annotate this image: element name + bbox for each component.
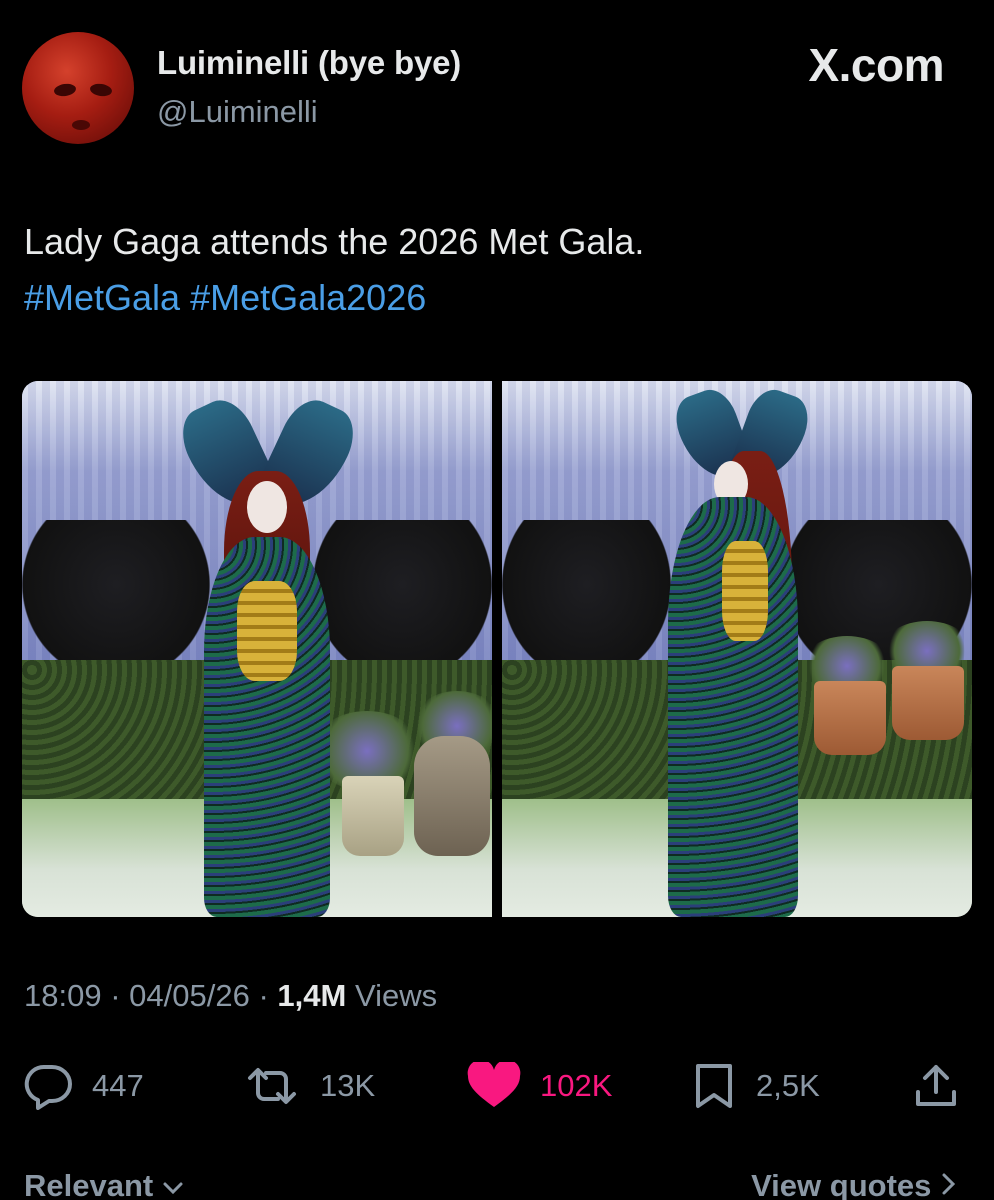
hashtag-link[interactable]: #MetGala: [24, 277, 180, 318]
share-icon: [912, 1062, 960, 1110]
view-quotes-label: View quotes: [751, 1168, 932, 1200]
sort-selector[interactable]: Relevant: [24, 1168, 184, 1200]
views-count: 1,4M: [277, 978, 347, 1013]
avatar[interactable]: [22, 32, 134, 144]
hashtag-link[interactable]: #MetGala2026: [190, 277, 426, 318]
tweet-time[interactable]: 18:09: [24, 978, 102, 1013]
heart-icon: [466, 1062, 522, 1110]
share-button[interactable]: [912, 1058, 960, 1114]
like-count: 102K: [540, 1068, 613, 1103]
user-handle[interactable]: @Luiminelli: [157, 94, 318, 130]
repost-button[interactable]: 13K: [242, 1058, 375, 1114]
model-figure: [172, 381, 364, 917]
hashtag-row: #MetGala #MetGala2026: [24, 270, 964, 326]
reply-button[interactable]: 447: [22, 1058, 144, 1114]
brand-text: X.com: [808, 39, 944, 91]
gold-corset: [237, 581, 297, 681]
planter: [892, 666, 964, 740]
tweet-text: Lady Gaga attends the 2026 Met Gala.: [24, 221, 645, 262]
reply-icon: [22, 1062, 74, 1110]
avatar-eye-left: [53, 82, 77, 98]
media-photo-1[interactable]: [22, 381, 492, 917]
tweet-page: Luiminelli (bye bye) @Luiminelli X.com L…: [0, 0, 994, 1200]
tweet-meta: 18:09 · 04/05/26 · 1,4M Views: [24, 978, 437, 1014]
planter: [814, 681, 886, 755]
brand-label: X.com: [808, 38, 944, 92]
bookmark-count: 2,5K: [756, 1068, 820, 1103]
avatar-mouth: [72, 120, 90, 130]
gold-corset: [722, 541, 768, 641]
media-photo-2[interactable]: [502, 381, 972, 917]
tweet-body: Lady Gaga attends the 2026 Met Gala. #Me…: [24, 214, 964, 326]
bookmark-icon: [690, 1062, 738, 1110]
action-bar: 447 13K 102K 2,5K: [22, 1058, 967, 1114]
tweet-date[interactable]: 04/05/26: [129, 978, 250, 1013]
reply-count: 447: [92, 1068, 144, 1103]
meta-separator: ·: [258, 978, 269, 1013]
meta-separator: ·: [110, 978, 121, 1013]
display-name[interactable]: Luiminelli (bye bye): [157, 44, 461, 82]
chevron-right-icon: [940, 1168, 956, 1200]
view-quotes-link[interactable]: View quotes: [751, 1168, 956, 1200]
repost-count: 13K: [320, 1068, 376, 1103]
avatar-eye-right: [89, 82, 113, 98]
bookmark-button[interactable]: 2,5K: [690, 1058, 820, 1114]
media-grid: [22, 381, 972, 917]
repost-icon: [242, 1062, 302, 1110]
face: [247, 481, 287, 533]
model-figure: [652, 381, 822, 917]
sort-label: Relevant: [24, 1168, 154, 1200]
views-label: Views: [354, 978, 438, 1013]
chevron-down-icon: [162, 1168, 184, 1200]
photographers: [502, 520, 672, 682]
like-button[interactable]: 102K: [466, 1058, 612, 1114]
planter: [414, 736, 490, 856]
